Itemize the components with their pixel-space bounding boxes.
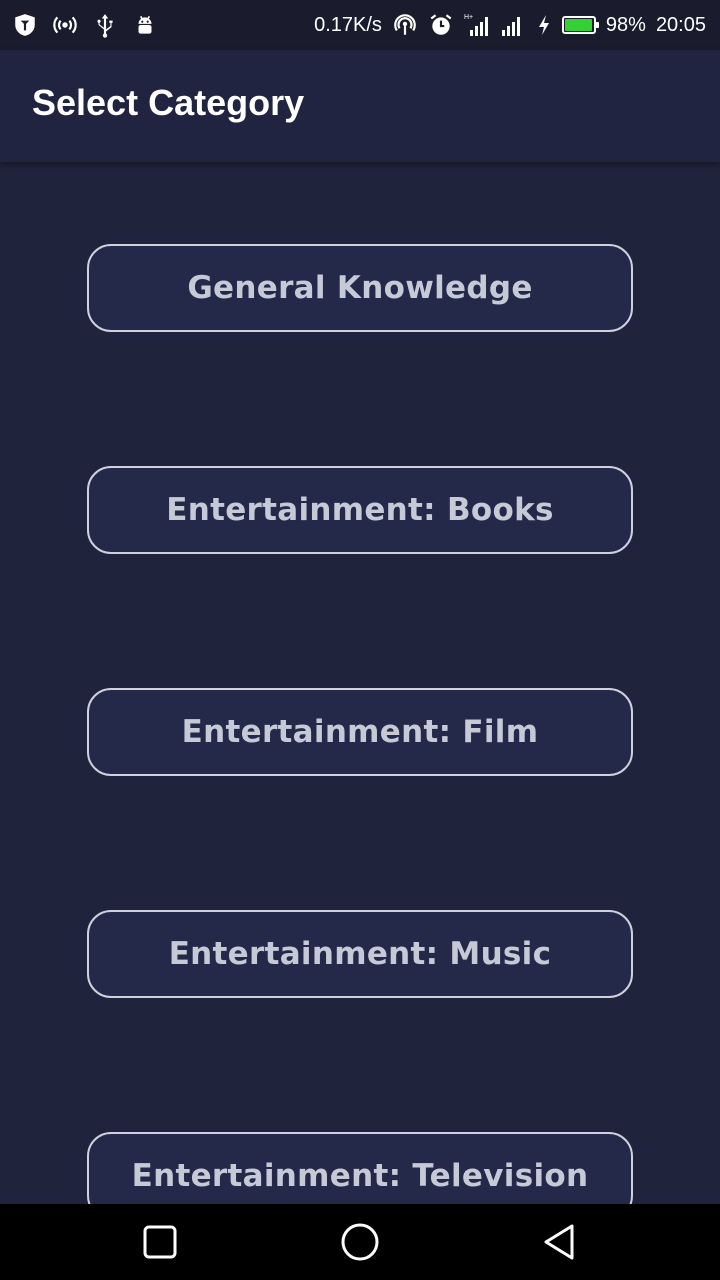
alarm-icon	[430, 14, 452, 35]
category-button-music[interactable]: Entertainment: Music	[87, 910, 633, 998]
signal-icon	[501, 17, 520, 36]
clock: 20:05	[655, 13, 706, 36]
back-icon[interactable]	[540, 1222, 580, 1262]
battery-icon	[561, 16, 599, 34]
navigation-bar	[0, 1204, 720, 1280]
battery-fill	[564, 19, 593, 31]
battery-cap	[595, 22, 599, 28]
home-icon[interactable]	[340, 1222, 380, 1262]
network-speed: 0.17K/s	[314, 13, 382, 36]
page-title: Select Category	[32, 82, 305, 123]
nfc-icon	[394, 14, 416, 35]
category-button-film[interactable]: Entertainment: Film	[87, 688, 633, 776]
status-bar: 0.17K/s H+ 98% 20:05	[0, 0, 720, 50]
battery-percent: 98%	[605, 13, 646, 36]
hotspot-icon	[53, 16, 77, 34]
category-button-general-knowledge[interactable]: General Knowledge	[87, 244, 633, 332]
status-right-icons: 0.17K/s H+ 98% 20:05	[314, 0, 706, 50]
android-debug-icon	[138, 15, 152, 34]
charging-icon	[538, 15, 549, 35]
category-button-television[interactable]: Entertainment: Television	[87, 1132, 633, 1204]
status-left-icons	[12, 0, 158, 50]
usb-icon	[97, 14, 113, 38]
category-button-books[interactable]: Entertainment: Books	[87, 466, 633, 554]
signal-h-plus-icon: H+	[464, 14, 488, 36]
app-bar: Select Category	[0, 50, 720, 162]
category-list[interactable]: General Knowledge Entertainment: Books E…	[0, 162, 720, 1204]
svg-text:H+: H+	[464, 14, 473, 21]
shield-app-icon	[15, 14, 35, 36]
recent-apps-icon[interactable]	[140, 1222, 180, 1262]
